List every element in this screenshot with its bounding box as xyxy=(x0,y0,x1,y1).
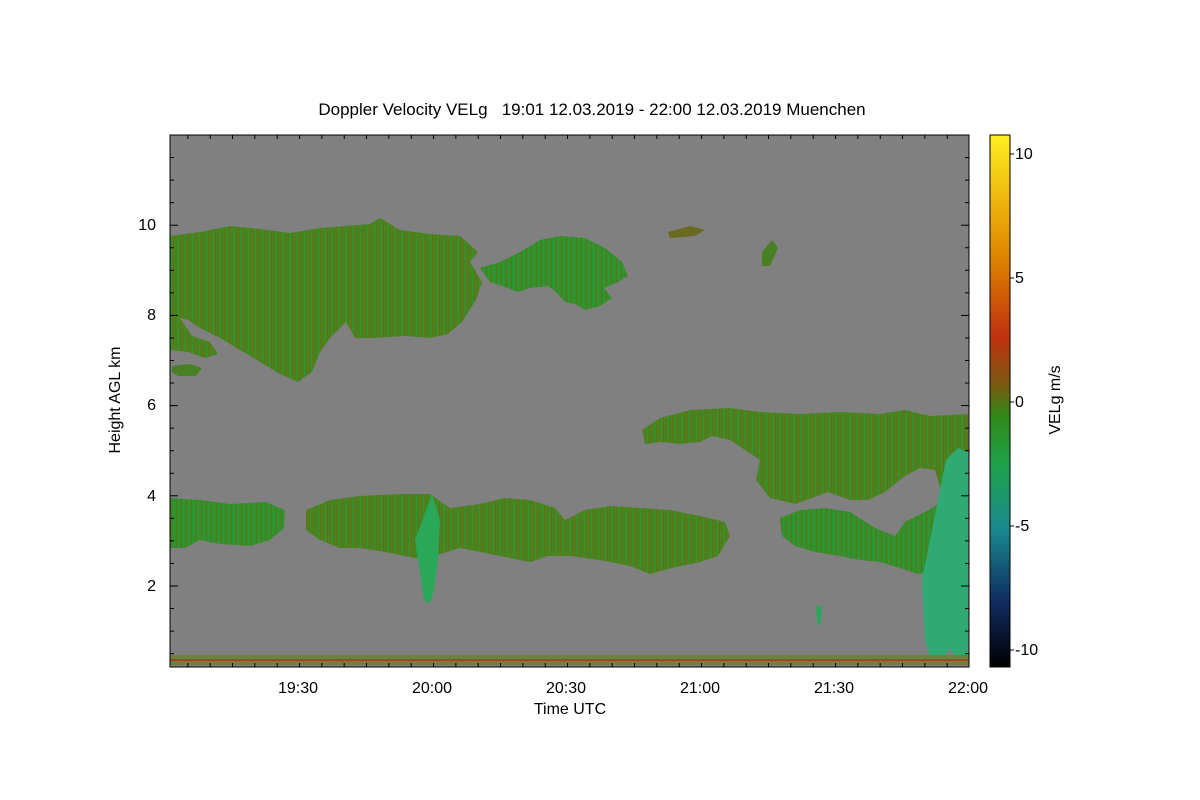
x-tick-label-2000: 20:00 xyxy=(412,680,452,697)
x-tick-label-1930: 19:30 xyxy=(278,680,318,697)
colorbar-tick-label-5: 5 xyxy=(1015,270,1024,287)
plot-area xyxy=(170,135,969,667)
x-tick-label-2030: 20:30 xyxy=(546,680,586,697)
colorbar-tick-label-minus10: -10 xyxy=(1015,642,1038,659)
x-tick-label-2100: 21:00 xyxy=(680,680,720,697)
doppler-velocity-chart: Doppler Velocity VELg 19:01 12.03.2019 -… xyxy=(107,100,1064,718)
y-axis-label: Height AGL km xyxy=(107,346,124,453)
y-tick-label-10: 10 xyxy=(138,217,156,234)
x-tick-label-2200: 22:00 xyxy=(948,680,988,697)
chart-title: Doppler Velocity VELg 19:01 12.03.2019 -… xyxy=(318,100,865,119)
y-tick-label-2: 2 xyxy=(147,578,156,595)
region-low-layer-a xyxy=(170,498,285,548)
y-tick-label-4: 4 xyxy=(147,488,156,505)
colorbar xyxy=(989,134,1011,668)
colorbar-label: VELg m/s xyxy=(1047,365,1064,434)
colorbar-tick-label-0: 0 xyxy=(1015,394,1024,411)
colorbar-tick-label-10: 10 xyxy=(1015,146,1033,163)
y-tick-label-8: 8 xyxy=(147,307,156,324)
y-tick-label-6: 6 xyxy=(147,397,156,414)
region-surface-clutter-red xyxy=(170,659,969,661)
colorbar-ticks xyxy=(1010,153,1014,651)
x-tick-label-2130: 21:30 xyxy=(814,680,854,697)
colorbar-tick-label-minus5: -5 xyxy=(1015,518,1029,535)
x-axis-label: Time UTC xyxy=(534,701,606,718)
plot-background xyxy=(170,135,969,667)
